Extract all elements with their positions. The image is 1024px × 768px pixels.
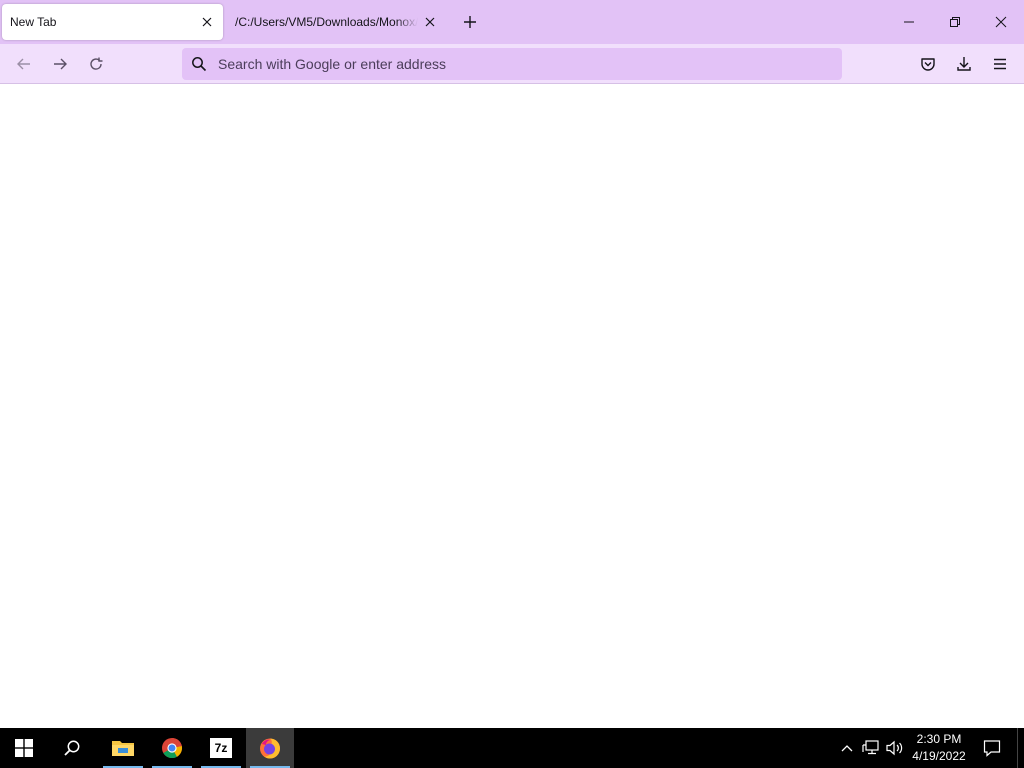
file-explorer-icon[interactable] <box>99 728 147 768</box>
back-arrow-icon[interactable] <box>10 50 38 78</box>
tab-title: New Tab <box>10 15 57 29</box>
reload-icon[interactable] <box>82 50 110 78</box>
url-input[interactable] <box>216 55 820 73</box>
taskbar: 7z 2:30 PM 4/19/2022 <box>0 728 1024 768</box>
network-icon[interactable] <box>860 736 882 760</box>
search-icon[interactable] <box>48 728 96 768</box>
taskbar-clock[interactable]: 2:30 PM 4/19/2022 <box>904 731 974 765</box>
new-tab-plus-icon[interactable] <box>458 10 482 34</box>
chevron-up-icon[interactable] <box>836 736 858 760</box>
pocket-icon[interactable] <box>914 50 942 78</box>
download-icon[interactable] <box>950 50 978 78</box>
page-content <box>0 85 1024 728</box>
show-desktop-button[interactable] <box>1017 728 1024 768</box>
7zip-label: 7z <box>214 741 228 755</box>
restore-icon[interactable] <box>932 0 978 44</box>
chrome-icon[interactable] <box>148 728 196 768</box>
volume-icon[interactable] <box>884 736 906 760</box>
tab-title: /C:/Users/VM5/Downloads/Monox/ <box>235 15 418 29</box>
close-icon[interactable] <box>978 0 1024 44</box>
clock-time: 2:30 PM <box>916 732 962 746</box>
firefox-icon[interactable] <box>246 728 294 768</box>
windows-start-icon[interactable] <box>0 728 48 768</box>
search-icon <box>182 56 216 72</box>
tab-new-tab[interactable]: New Tab <box>2 4 223 40</box>
nav-toolbar <box>0 44 1024 84</box>
tab-strip: New Tab /C:/Users/VM5/Downloads/Monox/ <box>0 0 1024 44</box>
tab-close-icon[interactable] <box>418 10 442 34</box>
address-bar[interactable] <box>182 48 842 80</box>
clock-date: 4/19/2022 <box>912 749 966 763</box>
tab-close-icon[interactable] <box>195 10 219 34</box>
hamburger-menu-icon[interactable] <box>986 50 1014 78</box>
minimize-icon[interactable] <box>886 0 932 44</box>
forward-arrow-icon[interactable] <box>46 50 74 78</box>
7zip-icon[interactable]: 7z <box>197 728 245 768</box>
notification-center-icon[interactable] <box>978 728 1006 768</box>
tab-file-path[interactable]: /C:/Users/VM5/Downloads/Monox/ <box>226 4 446 40</box>
